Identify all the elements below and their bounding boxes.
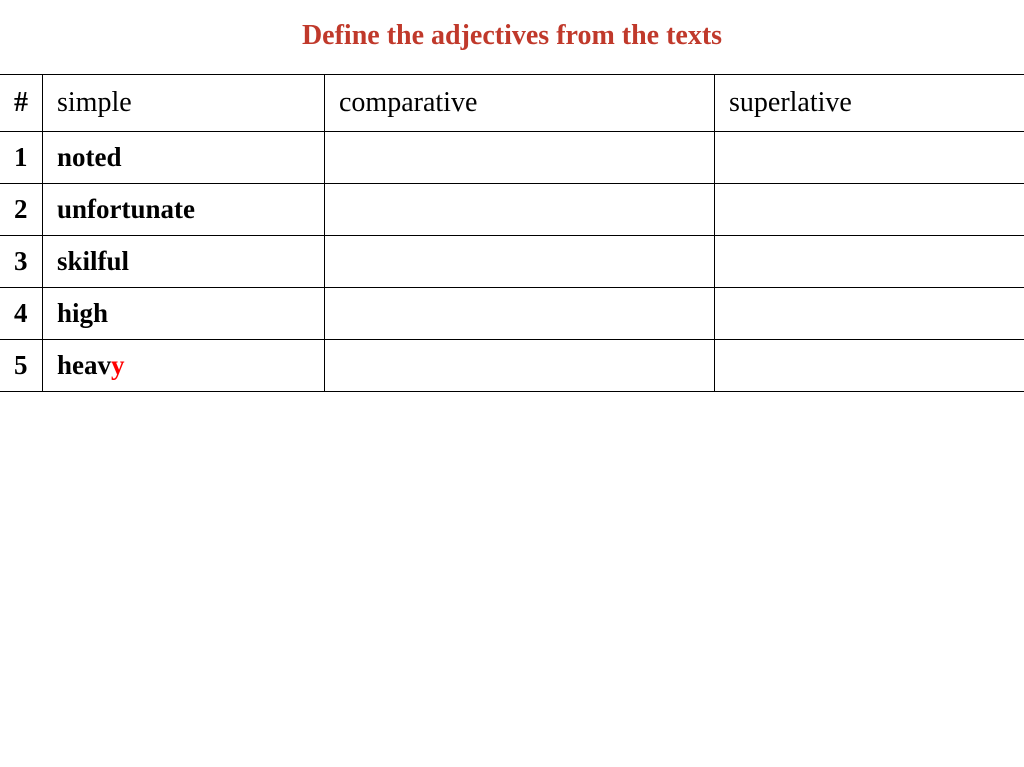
cell-comparative[interactable] <box>325 288 715 340</box>
cell-num: 4 <box>0 288 43 340</box>
cell-comparative[interactable] <box>325 340 715 392</box>
cell-num: 2 <box>0 184 43 236</box>
cell-simple-highlight: y <box>111 350 125 380</box>
adjectives-table: # simple comparative superlative 1 noted… <box>0 74 1024 392</box>
cell-simple: noted <box>43 132 325 184</box>
cell-superlative[interactable] <box>715 236 1024 288</box>
cell-comparative[interactable] <box>325 132 715 184</box>
table-row: 2 unfortunate <box>0 184 1024 236</box>
cell-simple: high <box>43 288 325 340</box>
cell-comparative[interactable] <box>325 184 715 236</box>
cell-num: 5 <box>0 340 43 392</box>
cell-superlative[interactable] <box>715 288 1024 340</box>
cell-simple: skilful <box>43 236 325 288</box>
cell-superlative[interactable] <box>715 132 1024 184</box>
cell-comparative[interactable] <box>325 236 715 288</box>
cell-simple-prefix: heav <box>57 350 111 380</box>
table-row: 3 skilful <box>0 236 1024 288</box>
cell-superlative[interactable] <box>715 184 1024 236</box>
table-header-row: # simple comparative superlative <box>0 75 1024 132</box>
page-title: Define the adjectives from the texts <box>0 0 1024 74</box>
cell-num: 3 <box>0 236 43 288</box>
cell-simple: heavy <box>43 340 325 392</box>
header-comparative: comparative <box>325 75 715 132</box>
cell-simple: unfortunate <box>43 184 325 236</box>
cell-superlative[interactable] <box>715 340 1024 392</box>
table-row: 1 noted <box>0 132 1024 184</box>
header-simple: simple <box>43 75 325 132</box>
table-row: 5 heavy <box>0 340 1024 392</box>
table-row: 4 high <box>0 288 1024 340</box>
cell-num: 1 <box>0 132 43 184</box>
header-num: # <box>0 75 43 132</box>
header-superlative: superlative <box>715 75 1024 132</box>
